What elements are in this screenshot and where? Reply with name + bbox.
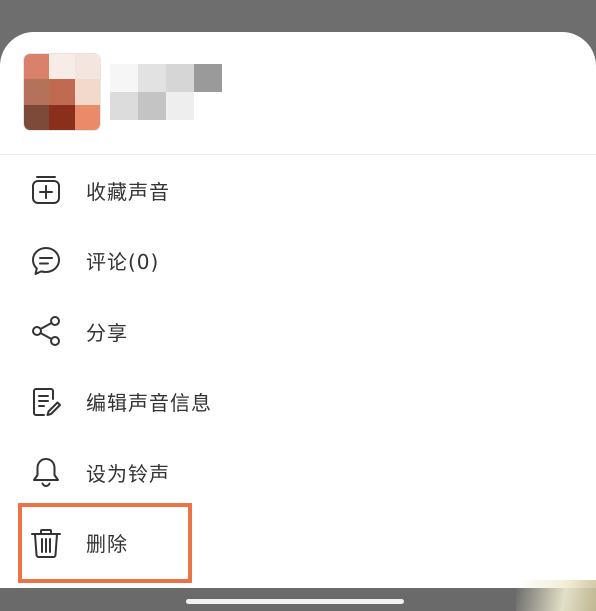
sheet-header	[0, 32, 596, 155]
menu-label-delete: 删除	[86, 532, 128, 557]
trash-icon	[28, 525, 64, 561]
menu-item-ringtone[interactable]: 设为铃声	[0, 437, 596, 508]
track-subtitle-blurred	[110, 92, 194, 120]
menu-item-favorite[interactable]: 收藏声音	[0, 155, 596, 226]
add-favorite-icon	[28, 172, 64, 208]
menu-label-ringtone: 设为铃声	[86, 461, 170, 486]
share-icon	[28, 313, 64, 349]
menu-item-share[interactable]: 分享	[0, 296, 596, 367]
menu-label-edit-info: 编辑声音信息	[86, 391, 212, 416]
comment-icon	[28, 243, 64, 279]
screen-glare	[516, 580, 596, 611]
menu-item-comment[interactable]: 评论(0)	[0, 226, 596, 297]
home-indicator[interactable]	[186, 599, 404, 604]
edit-info-icon	[28, 384, 64, 420]
action-sheet: 收藏声音 评论(0) 分享 编辑声音信息 设为铃声 删除	[0, 32, 596, 611]
track-title-blurred	[110, 64, 222, 92]
menu-item-delete[interactable]: 删除	[0, 508, 596, 579]
menu-item-edit-info[interactable]: 编辑声音信息	[0, 367, 596, 438]
menu-label-comment: 评论(0)	[86, 250, 160, 275]
action-menu: 收藏声音 评论(0) 分享 编辑声音信息 设为铃声 删除	[0, 155, 596, 578]
menu-label-favorite: 收藏声音	[86, 179, 170, 204]
track-cover-image	[24, 54, 100, 130]
bell-icon	[28, 454, 64, 490]
menu-label-share: 分享	[86, 320, 128, 345]
